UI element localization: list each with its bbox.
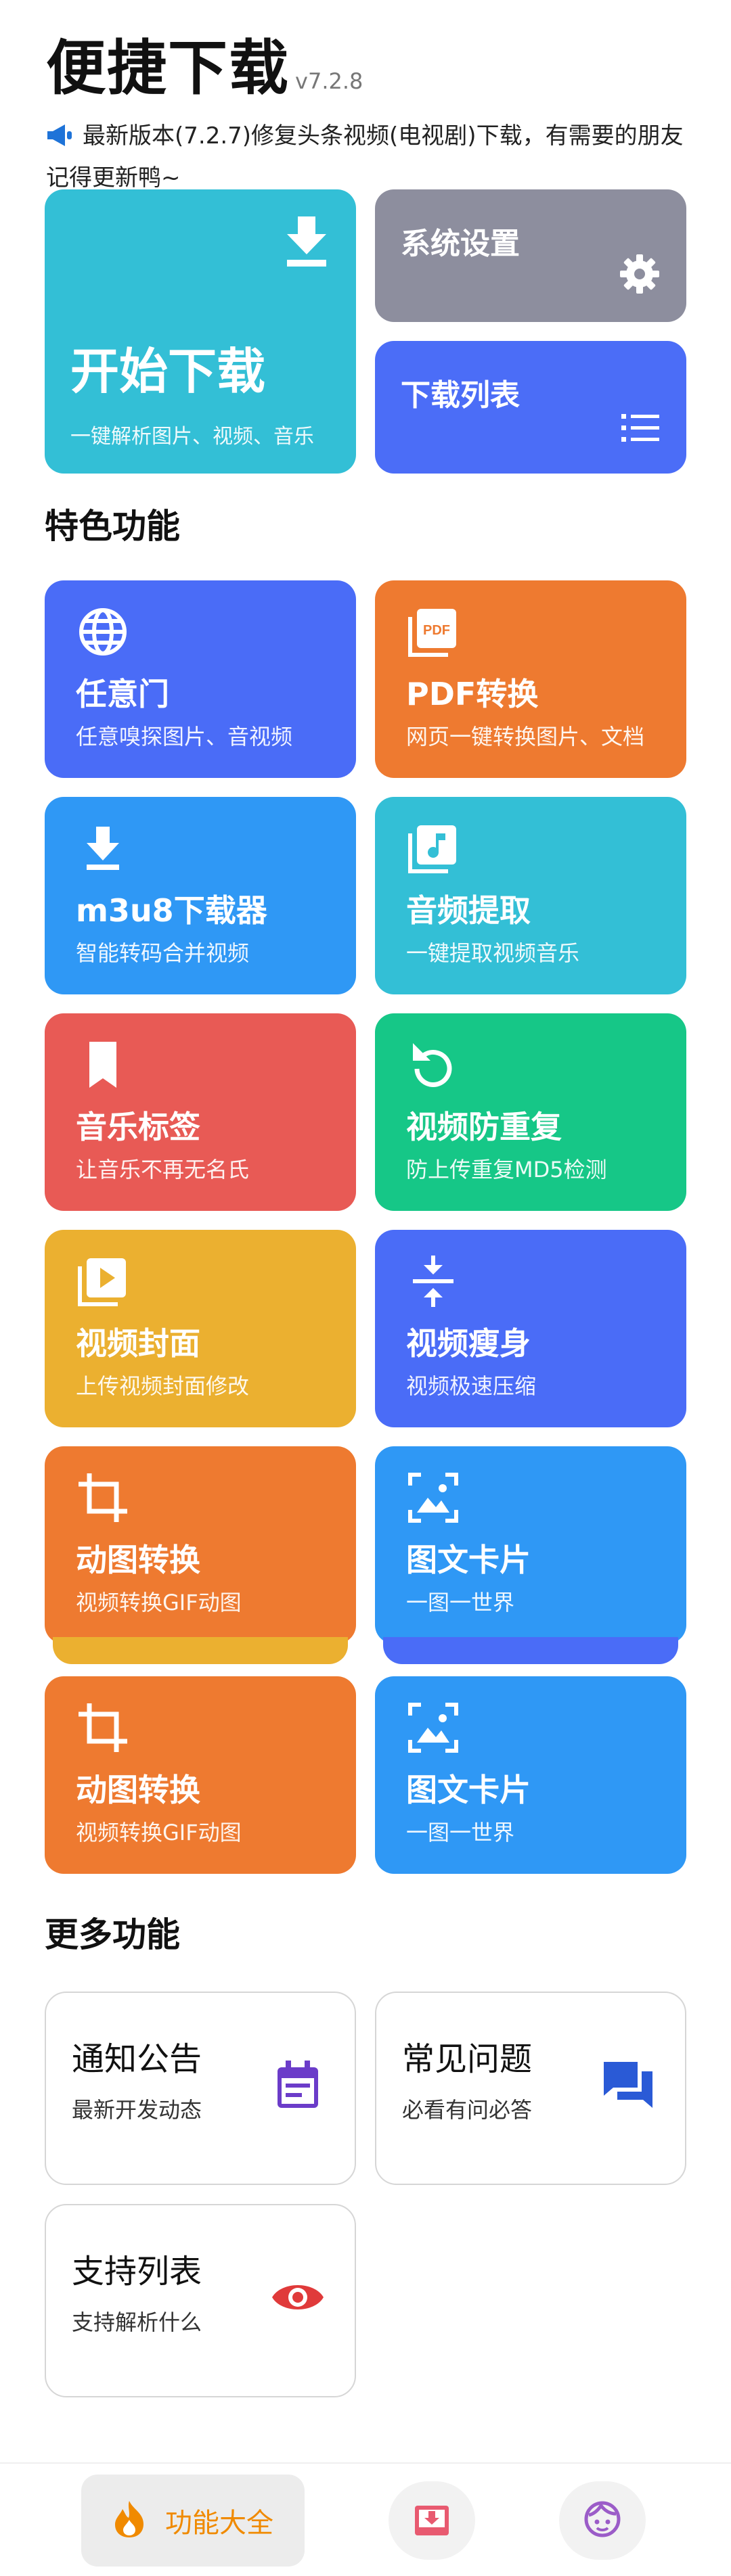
feature-title: 图文卡片 (406, 1772, 531, 1808)
tab-features-label: 功能大全 (165, 2508, 273, 2539)
feature-card-3[interactable]: 音频提取一键提取视频音乐 (375, 797, 686, 994)
feature-title: 图文卡片 (406, 1542, 531, 1578)
more-title: 通知公告 (72, 2040, 202, 2078)
more-card-0[interactable]: 通知公告最新开发动态 (45, 1992, 356, 2185)
bookmark-icon (76, 1038, 130, 1092)
image-icon (406, 1471, 460, 1525)
pdf-icon: PDF (406, 605, 460, 659)
megaphone-icon (46, 121, 73, 159)
feature-subtitle: 智能转码合并视频 (76, 940, 250, 966)
app-title-row: 便捷下载 v7.2.8 (46, 20, 696, 106)
more-title: 常见问题 (402, 2040, 533, 2078)
feature-subtitle: 视频极速压缩 (406, 1373, 537, 1399)
calendar-icon (271, 2058, 325, 2112)
feature-card-11[interactable]: 图文卡片 一图一世界 (375, 1676, 686, 1874)
more-subtitle: 必看有问必答 (402, 2097, 533, 2123)
more-subtitle: 支持解析什么 (72, 2309, 202, 2335)
feature-card-10[interactable]: 动图转换视频转换GIF动图 (45, 1676, 356, 1874)
feature-subtitle: 网页一键转换图片、文档 (406, 724, 645, 750)
feature-card-6[interactable]: 视频封面上传视频封面修改 (45, 1230, 356, 1427)
bottom-navigation: 功能大全 (0, 2462, 731, 2576)
app-version: v7.2.8 (295, 68, 363, 94)
more-title: 支持列表 (72, 2253, 202, 2291)
featured-section-title: 特色功能 (45, 507, 180, 546)
feature-card-7[interactable]: 视频瘦身视频极速压缩 (375, 1230, 686, 1427)
gear-icon (619, 253, 661, 298)
start-download-subtitle: 一键解析图片、视频、音乐 (70, 425, 314, 448)
settings-title: 系统设置 (401, 227, 520, 261)
download-box-icon (414, 2502, 450, 2539)
feature-card-0[interactable]: 任意门任意嗅探图片、音视频 (45, 580, 356, 778)
feature-title: PDF转换 (406, 676, 539, 712)
start-download-title: 开始下载 (70, 343, 266, 400)
more-card-2[interactable]: 支持列表支持解析什么 (45, 2204, 356, 2397)
download-icon (76, 821, 130, 875)
more-section-title: 更多功能 (45, 1915, 180, 1954)
feature-card-8[interactable]: 动图转换视频转换GIF动图 (45, 1446, 356, 1644)
notice-text: 最新版本(7.2.7)修复头条视频(电视剧)下载，有需要的朋友记得更新鸭~ (46, 122, 684, 191)
start-download-card[interactable]: 开始下载 一键解析图片、视频、音乐 (45, 189, 356, 474)
crop-icon (76, 1471, 130, 1525)
feature-title: 任意门 (76, 676, 169, 712)
face-icon (583, 2500, 621, 2541)
feature-title: 视频封面 (76, 1325, 200, 1362)
stack-edge-left (53, 1637, 348, 1664)
update-notice[interactable]: 最新版本(7.2.7)修复头条视频(电视剧)下载，有需要的朋友记得更新鸭~ (46, 117, 696, 197)
feature-subtitle: 一图一世界 (406, 1820, 515, 1845)
tab-profile[interactable] (559, 2481, 646, 2560)
feature-subtitle: 防上传重复MD5检测 (406, 1157, 607, 1182)
compress-icon (406, 1254, 460, 1308)
chat-icon (601, 2058, 655, 2112)
more-subtitle: 最新开发动态 (72, 2097, 202, 2123)
app-title: 便捷下载 (46, 33, 290, 103)
music-file-icon (406, 821, 460, 875)
download-icon (284, 216, 329, 271)
feature-card-5[interactable]: 视频防重复防上传重复MD5检测 (375, 1013, 686, 1211)
feature-card-2[interactable]: m3u8下载器智能转码合并视频 (45, 797, 356, 994)
feature-subtitle: 上传视频封面修改 (76, 1373, 250, 1399)
feature-title: 音频提取 (406, 892, 531, 929)
tab-features[interactable]: 功能大全 (81, 2475, 305, 2567)
eye-icon (271, 2270, 325, 2324)
feature-title: 音乐标签 (76, 1109, 200, 1145)
crop-icon (76, 1701, 130, 1755)
download-list-title: 下载列表 (401, 378, 520, 413)
feature-title: 视频瘦身 (406, 1325, 531, 1362)
header: 便捷下载 v7.2.8 最新版本(7.2.7)修复头条视频(电视剧)下载，有需要… (46, 20, 696, 197)
feature-subtitle: 让音乐不再无名氏 (76, 1157, 250, 1182)
feature-subtitle: 一图一世界 (406, 1590, 515, 1615)
feature-title: m3u8下载器 (76, 892, 267, 929)
feature-card-4[interactable]: 音乐标签让音乐不再无名氏 (45, 1013, 356, 1211)
feature-card-9[interactable]: 图文卡片 一图一世界 (375, 1446, 686, 1644)
image-icon (406, 1701, 460, 1755)
feature-title: 动图转换 (76, 1772, 200, 1808)
stack-edge-right (383, 1637, 678, 1664)
more-card-1[interactable]: 常见问题必看有问必答 (375, 1992, 686, 2185)
tab-downloads[interactable] (389, 2481, 475, 2560)
download-list-card[interactable]: 下载列表 (375, 341, 686, 474)
fire-icon (112, 2500, 146, 2542)
feature-card-1[interactable]: PDF PDF转换网页一键转换图片、文档 (375, 580, 686, 778)
list-icon (621, 413, 659, 446)
svg-text:PDF: PDF (423, 623, 450, 638)
refresh-icon (406, 1038, 460, 1092)
globe-icon (76, 605, 130, 659)
feature-subtitle: 视频转换GIF动图 (76, 1820, 242, 1845)
feature-title: 视频防重复 (406, 1109, 562, 1145)
feature-subtitle: 一键提取视频音乐 (406, 940, 580, 966)
feature-subtitle: 任意嗅探图片、音视频 (76, 724, 293, 750)
feature-subtitle: 视频转换GIF动图 (76, 1590, 242, 1615)
settings-card[interactable]: 系统设置 (375, 189, 686, 322)
feature-title: 动图转换 (76, 1542, 200, 1578)
video-cover-icon (76, 1254, 130, 1308)
